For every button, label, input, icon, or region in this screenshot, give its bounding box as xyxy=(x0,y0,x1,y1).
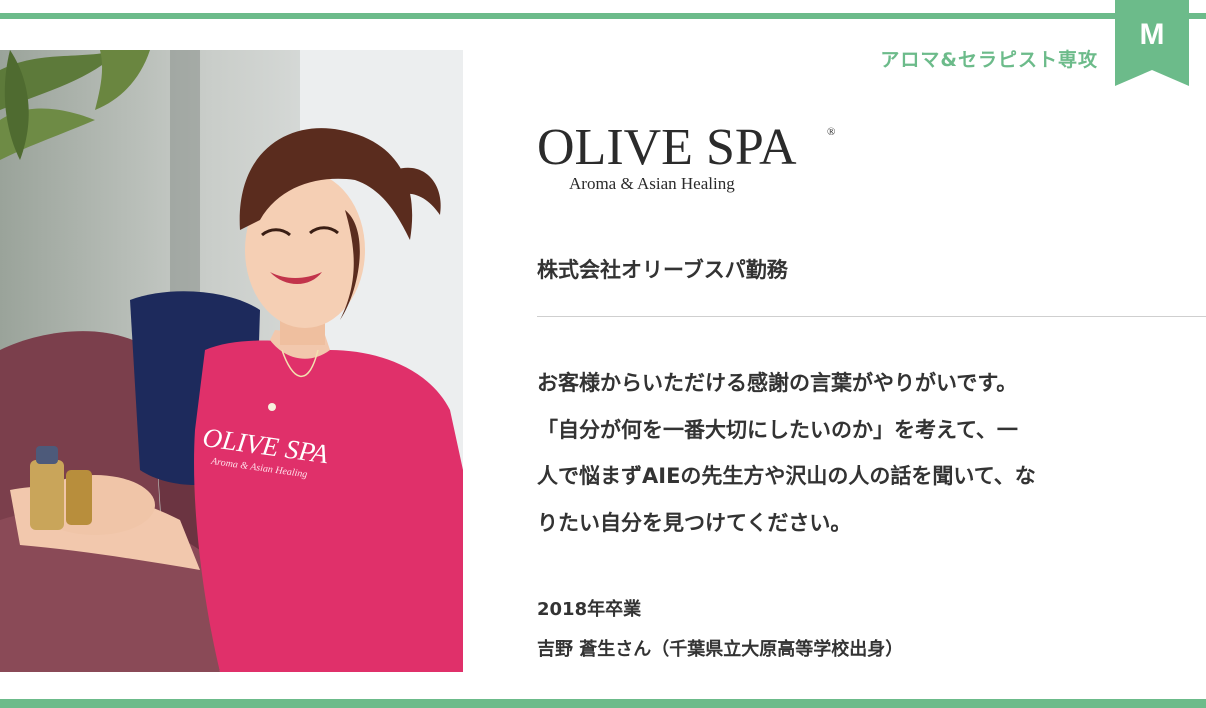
top-green-rule xyxy=(0,13,1206,19)
graduate-message: お客様からいただける感謝の言葉がやりがいです。 「自分が何を一番大切にしたいのか… xyxy=(537,360,1197,546)
employer-name: 株式会社オリーブスパ勤務 xyxy=(537,258,788,282)
message-line: 「自分が何を一番大切にしたいのか」を考えて、一 xyxy=(537,417,1018,442)
graduate-name: 吉野 蒼生さん（千葉県立大原高等学校出身） xyxy=(537,639,904,660)
photo-illustration xyxy=(0,50,463,672)
logo-tagline: Aroma & Asian Healing xyxy=(569,174,735,193)
company-logo: OLIVE SPA ® Aroma & Asian Healing xyxy=(537,122,857,202)
registered-mark: ® xyxy=(827,126,836,138)
badge-letter: M xyxy=(1139,18,1165,51)
graduation-year: 2018年卒業 xyxy=(537,599,642,620)
message-line: 人で悩まずAIEの先生方や沢山の人の話を聞いて、な xyxy=(537,464,1036,488)
logo-wordmark: OLIVE SPA xyxy=(537,119,797,176)
graduate-photo: OLIVE SPA Aroma & Asian Healing xyxy=(0,50,463,672)
major-badge: M xyxy=(1115,0,1189,86)
course-label: アロマ&セラピスト専攻 xyxy=(880,49,1098,71)
divider xyxy=(537,316,1206,317)
message-line: りたい自分を見つけてください。 xyxy=(537,510,852,535)
message-line: お客様からいただける感謝の言葉がやりがいです。 xyxy=(537,371,1018,395)
bottom-green-rule xyxy=(0,699,1206,708)
